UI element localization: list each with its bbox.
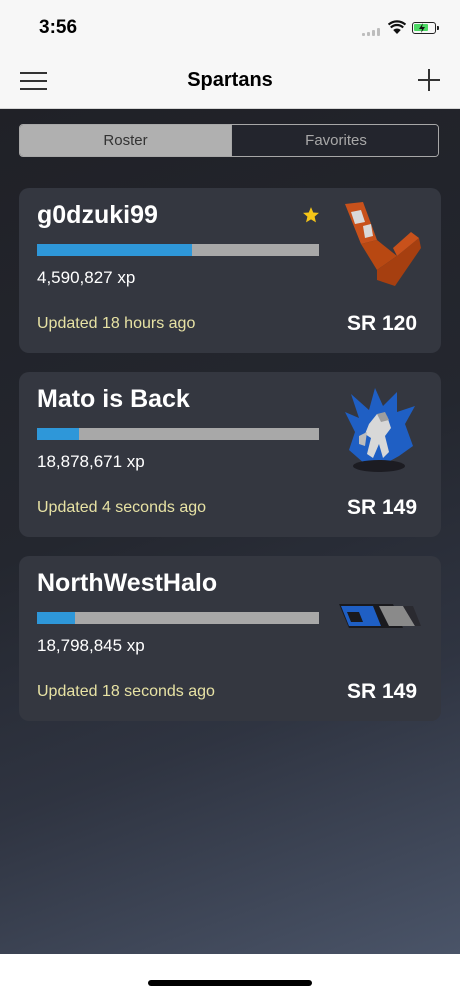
favorite-star-icon[interactable] [302,206,320,224]
xp-progress-fill [37,244,193,256]
xp-progress-fill [37,612,76,624]
cellular-signal-icon [362,28,384,36]
wifi-icon [388,20,406,34]
spartan-gamertag: g0dzuki99 [37,201,158,229]
spartan-rank: SR 149 [346,680,417,703]
xp-value: 4,590,827 xp [37,268,136,287]
roster-favorites-segmented-control: Roster Favorites [19,124,439,157]
status-bar: 3:56 [0,0,460,56]
spartan-gamertag: Mato is Back [37,385,190,413]
xp-value: 18,878,671 xp [37,452,145,471]
updated-timestamp: Updated 4 seconds ago [37,499,207,516]
spartan-knight-emblem-icon [345,388,415,472]
spartan-rank: SR 149 [346,496,417,519]
home-indicator[interactable] [148,980,312,986]
roster-content: Roster Favorites g0dzuki99 4,590,827 xp … [0,109,460,954]
xp-progress-bar [37,428,319,440]
updated-timestamp: Updated 18 seconds ago [37,683,215,700]
traffic-cone-emblem-icon [345,202,421,286]
xp-value: 18,798,845 xp [37,636,145,655]
navigation-bar: Spartans [0,56,460,109]
xp-progress-bar [37,244,319,256]
status-time: 3:56 [39,17,78,38]
add-icon[interactable] [418,69,440,91]
segment-favorites[interactable]: Favorites [231,125,438,156]
segment-roster[interactable]: Roster [20,125,231,156]
spartan-card[interactable]: Mato is Back 18,878,671 xp Updated 4 sec… [19,372,441,537]
spartan-card[interactable]: NorthWestHalo 18,798,845 xp Updated 18 s… [19,556,441,721]
page-title: Spartans [187,69,273,91]
spartan-gamertag: NorthWestHalo [37,569,218,597]
xp-progress-fill [37,428,80,440]
xp-progress-bar [37,612,319,624]
blue-gray-bar-emblem-icon [339,604,421,628]
spartan-rank: SR 120 [346,312,417,335]
spartan-card[interactable]: g0dzuki99 4,590,827 xp Updated 18 hours … [19,188,441,353]
home-indicator-area [0,954,460,996]
battery-charging-icon [412,22,439,34]
updated-timestamp: Updated 18 hours ago [37,315,196,332]
